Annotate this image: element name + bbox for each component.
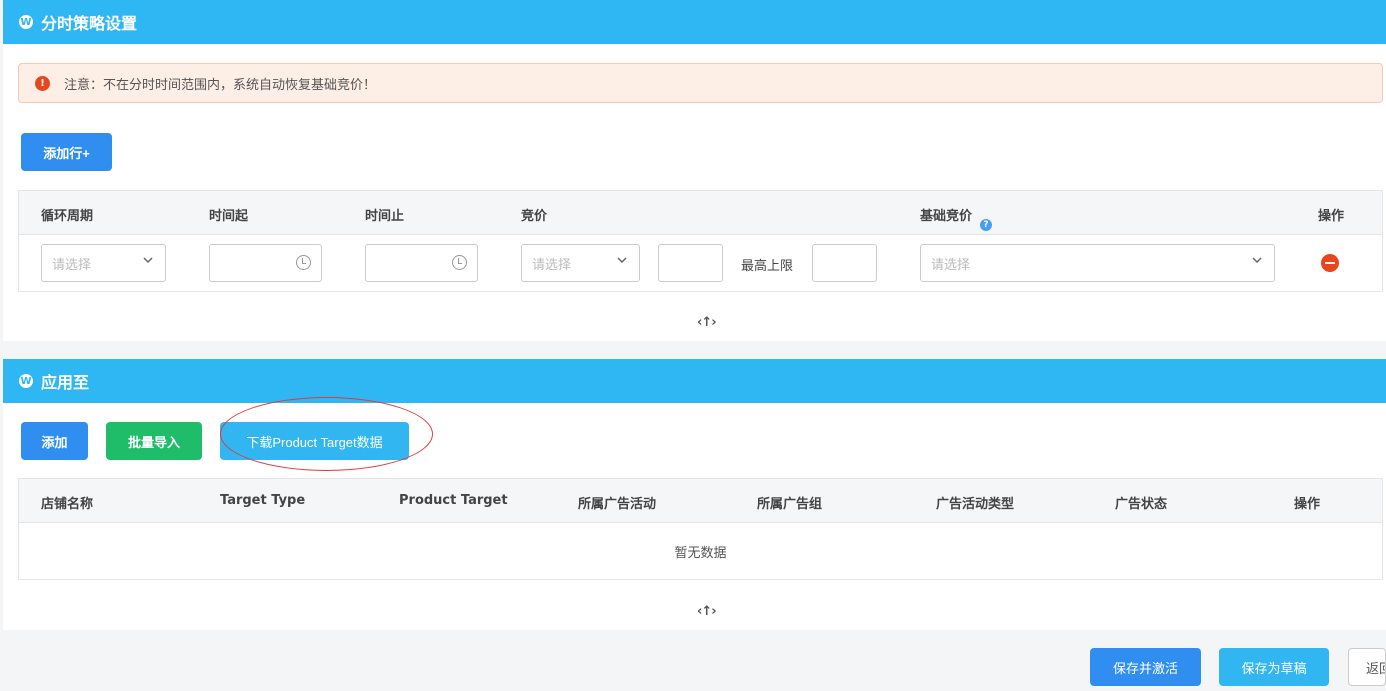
empty-state: 暂无数据 bbox=[674, 545, 727, 561]
col-action: 操作 bbox=[1294, 497, 1321, 512]
chevron-down-icon bbox=[617, 257, 627, 264]
time-start-input[interactable] bbox=[209, 244, 322, 282]
col-product-target: Product Target bbox=[399, 493, 508, 508]
col-ad-status: 广告状态 bbox=[1115, 497, 1168, 512]
apply-title: 应用至 bbox=[41, 373, 90, 392]
time-end-input[interactable] bbox=[365, 244, 478, 282]
add-button[interactable]: 添加 bbox=[21, 422, 88, 460]
apply-table: 店铺名称 Target Type Product Target 所属广告活动 所… bbox=[18, 478, 1383, 580]
col-bid: 竞价 bbox=[521, 209, 548, 224]
strategy-row: 请选择 请选择 最高上限 请选择 bbox=[19, 235, 1382, 291]
col-ad-group: 所属广告组 bbox=[757, 497, 823, 512]
batch-import-button[interactable]: 批量导入 bbox=[106, 422, 202, 460]
col-action: 操作 bbox=[1318, 209, 1345, 224]
bid-placeholder: 请选择 bbox=[532, 257, 572, 273]
wordpress-icon: W bbox=[19, 15, 33, 29]
bid-select[interactable]: 请选择 bbox=[521, 244, 640, 282]
warning-icon: ! bbox=[35, 75, 50, 91]
save-draft-button[interactable]: 保存为草稿 bbox=[1219, 648, 1329, 686]
col-base-bid-label: 基础竞价 bbox=[920, 209, 973, 224]
collapse-toggle-apply[interactable]: ‹↑› bbox=[697, 604, 717, 619]
max-limit-label: 最高上限 bbox=[741, 259, 794, 274]
base-bid-placeholder: 请选择 bbox=[931, 257, 971, 273]
strategy-title: 分时策略设置 bbox=[41, 14, 138, 33]
remove-row-icon[interactable] bbox=[1321, 254, 1339, 272]
collapse-toggle-strategy[interactable]: ‹↑› bbox=[697, 315, 717, 330]
chevron-down-icon bbox=[143, 257, 153, 264]
cycle-select[interactable]: 请选择 bbox=[41, 244, 166, 282]
chevron-down-icon bbox=[1252, 257, 1262, 264]
back-button[interactable]: 返回 bbox=[1348, 648, 1386, 686]
cycle-placeholder: 请选择 bbox=[52, 257, 92, 273]
col-shop-name: 店铺名称 bbox=[41, 497, 94, 512]
col-cycle: 循环周期 bbox=[41, 209, 94, 224]
col-campaign: 所属广告活动 bbox=[578, 497, 657, 512]
notice-banner: ! 注意：不在分时时间范围内，系统自动恢复基础竞价！ bbox=[18, 63, 1383, 103]
clock-icon bbox=[452, 255, 467, 270]
max-limit-input[interactable] bbox=[812, 244, 877, 282]
back-label: 返回 bbox=[1366, 660, 1385, 676]
strategy-header: W 分时策略设置 bbox=[3, 0, 1386, 44]
col-campaign-type: 广告活动类型 bbox=[936, 497, 1015, 512]
apply-table-header: 店铺名称 Target Type Product Target 所属广告活动 所… bbox=[19, 479, 1382, 523]
add-row-button[interactable]: 添加行+ bbox=[21, 133, 112, 171]
strategy-table: 循环周期 时间起 时间止 竞价 基础竞价? 操作 请选择 请选择 最高上限 请选… bbox=[18, 190, 1383, 292]
col-time-end: 时间止 bbox=[365, 209, 405, 224]
clock-icon bbox=[296, 255, 311, 270]
help-icon[interactable]: ? bbox=[980, 219, 993, 231]
col-time-start: 时间起 bbox=[209, 209, 249, 224]
apply-header: W 应用至 bbox=[3, 359, 1386, 403]
save-activate-button[interactable]: 保存并激活 bbox=[1090, 648, 1201, 686]
wordpress-icon: W bbox=[19, 374, 33, 388]
bid-value-input[interactable] bbox=[658, 244, 723, 282]
base-bid-select[interactable]: 请选择 bbox=[920, 244, 1275, 282]
strategy-table-header: 循环周期 时间起 时间止 竞价 基础竞价? 操作 bbox=[19, 191, 1382, 235]
col-base-bid: 基础竞价? bbox=[920, 205, 993, 231]
col-target-type: Target Type bbox=[220, 493, 306, 508]
notice-text: 注意：不在分时时间范围内，系统自动恢复基础竞价！ bbox=[64, 77, 377, 93]
download-product-target-button[interactable]: 下载Product Target数据 bbox=[220, 422, 409, 460]
